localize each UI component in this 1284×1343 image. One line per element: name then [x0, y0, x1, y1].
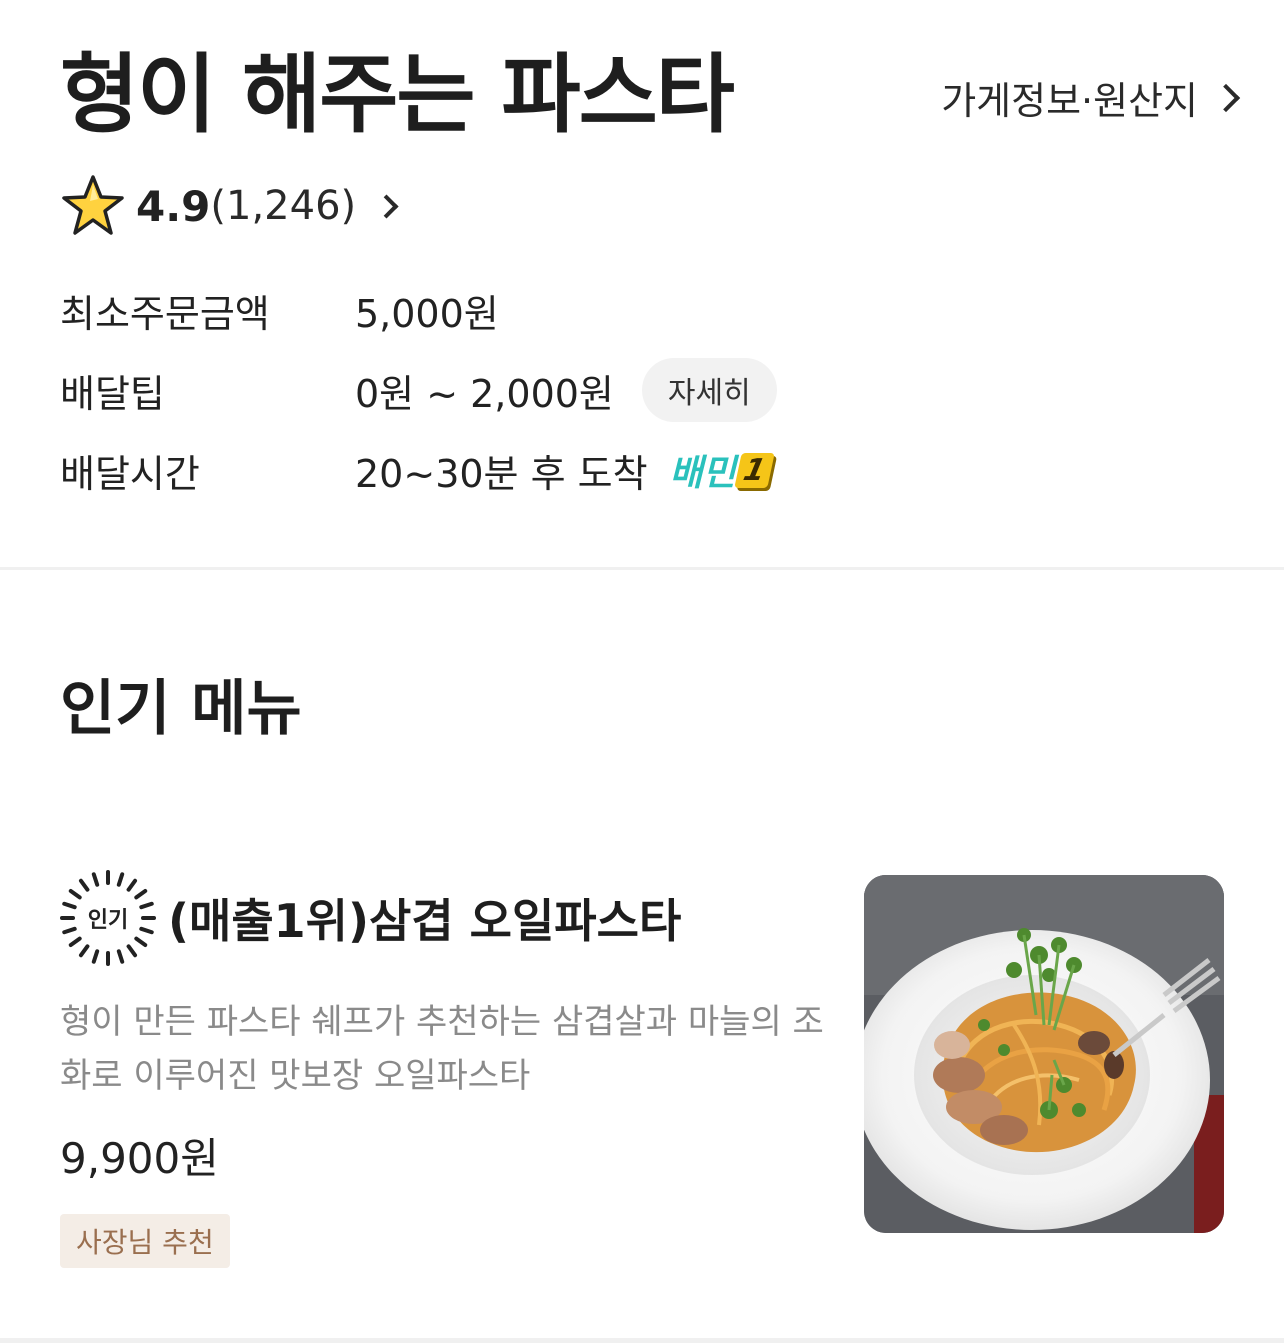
- owner-recommend-tag: 사장님 추천: [60, 1214, 230, 1268]
- rating-summary[interactable]: 4.9 (1,246): [60, 170, 399, 242]
- delivery-tip-row: 배달팁 0원 ~ 2,000원 자세히: [60, 350, 777, 430]
- min-order-label: 최소주문금액: [60, 291, 270, 336]
- delivery-time-value-wrap: 20~30분 후 도착 배민 1: [355, 443, 775, 498]
- baemin1-badge-text: 배민: [669, 453, 736, 494]
- menu-description: 형이 만든 파스타 쉐프가 추천하는 삼겹살과 마늘의 조화로 이루어진 맛보장…: [60, 1002, 824, 1096]
- delivery-tip-detail-button[interactable]: 자세히: [641, 358, 777, 422]
- popular-badge: 인기: [60, 870, 156, 966]
- store-info-origin-link[interactable]: 가게정보·원산지: [941, 70, 1241, 125]
- delivery-time-row: 배달시간 20~30분 후 도착 배민 1: [60, 430, 777, 510]
- menu-name-row: 인기 (매출1위)삼겹 오일파스타: [60, 870, 681, 966]
- popular-badge-label: 인기: [87, 908, 129, 933]
- delivery-time-value: 20~30분 후 도착: [355, 451, 648, 496]
- menu-name: (매출1위)삼겹 오일파스타: [168, 894, 682, 948]
- bottom-divider: [0, 1338, 1284, 1343]
- delivery-tip-label: 배달팁: [60, 371, 165, 416]
- popular-menu-title: 인기 메뉴: [60, 674, 302, 744]
- review-count: (1,246): [210, 183, 357, 229]
- baemin1-badge-number: 1: [734, 452, 775, 488]
- delivery-info-table: 최소주문금액 5,000원 배달팁 0원 ~ 2,000원 자세히 배달시간 2…: [60, 270, 777, 510]
- delivery-tip-value: 0원 ~ 2,000원: [355, 371, 614, 416]
- menu-price: 9,900원: [60, 1134, 219, 1183]
- min-order-row: 최소주문금액 5,000원: [60, 270, 777, 350]
- star-icon: [62, 175, 124, 235]
- chevron-right-icon: [1211, 83, 1241, 112]
- menu-item[interactable]: 인기 (매출1위)삼겹 오일파스타 형이 만든 파스타 쉐프가 추천하는 삼겹살…: [0, 860, 1284, 1300]
- delivery-time-label: 배달시간: [60, 451, 200, 496]
- store-info-link-label: 가게정보·원산지: [941, 79, 1198, 123]
- rating-score: 4.9: [136, 181, 211, 231]
- delivery-tip-value-wrap: 0원 ~ 2,000원 자세히: [355, 358, 777, 422]
- pasta-photo: [864, 875, 1224, 1233]
- chevron-right-icon: [374, 193, 399, 219]
- store-name: 형이 해주는 파스타: [60, 45, 735, 145]
- baemin1-badge: 배민 1: [669, 444, 775, 496]
- min-order-value: 5,000원: [355, 291, 499, 336]
- section-divider: [0, 567, 1284, 570]
- pasta-photo-illustration: [864, 875, 1224, 1233]
